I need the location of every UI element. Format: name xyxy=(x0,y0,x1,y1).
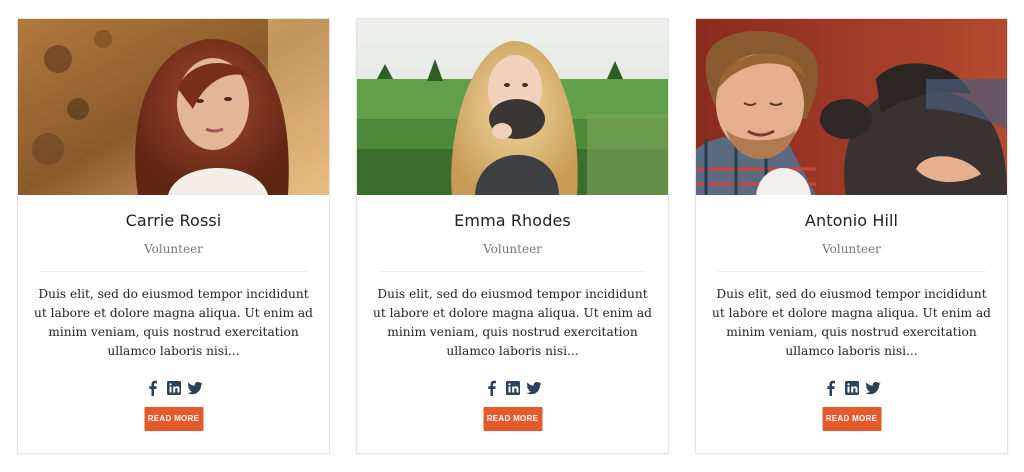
facebook-icon[interactable] xyxy=(823,380,839,396)
social-links xyxy=(696,380,1007,396)
team-member-card: Carrie Rossi Volunteer Duis elit, sed do… xyxy=(17,18,330,454)
member-role: Volunteer xyxy=(144,242,203,256)
member-role: Volunteer xyxy=(483,242,542,256)
linkedin-icon[interactable] xyxy=(505,380,521,396)
read-more-button[interactable]: READ MORE xyxy=(822,407,881,431)
facebook-icon[interactable] xyxy=(145,380,161,396)
twitter-icon[interactable] xyxy=(186,380,203,396)
team-member-card: Emma Rhodes Volunteer Duis elit, sed do … xyxy=(356,18,669,454)
read-more-button[interactable]: READ MORE xyxy=(483,407,542,431)
member-photo xyxy=(18,19,329,195)
facebook-icon[interactable] xyxy=(484,380,500,396)
member-photo xyxy=(357,19,668,195)
twitter-icon[interactable] xyxy=(864,380,881,396)
member-bio: Duis elit, sed do eiusmod tempor incidid… xyxy=(712,287,991,358)
read-more-button[interactable]: READ MORE xyxy=(144,407,203,431)
divider xyxy=(40,271,307,272)
member-name: Carrie Rossi xyxy=(125,211,222,230)
divider xyxy=(379,271,646,272)
member-bio: Duis elit, sed do eiusmod tempor incidid… xyxy=(373,287,652,358)
divider xyxy=(718,271,985,272)
member-bio: Duis elit, sed do eiusmod tempor incidid… xyxy=(34,287,313,358)
linkedin-icon[interactable] xyxy=(844,380,860,396)
member-name: Antonio Hill xyxy=(804,211,899,230)
twitter-icon[interactable] xyxy=(525,380,542,396)
social-links xyxy=(357,380,668,396)
team-member-card: Antonio Hill Volunteer Duis elit, sed do… xyxy=(695,18,1008,454)
social-links xyxy=(18,380,329,396)
member-photo xyxy=(696,19,1007,195)
member-name: Emma Rhodes xyxy=(454,211,571,230)
member-role: Volunteer xyxy=(822,242,881,256)
linkedin-icon[interactable] xyxy=(166,380,182,396)
